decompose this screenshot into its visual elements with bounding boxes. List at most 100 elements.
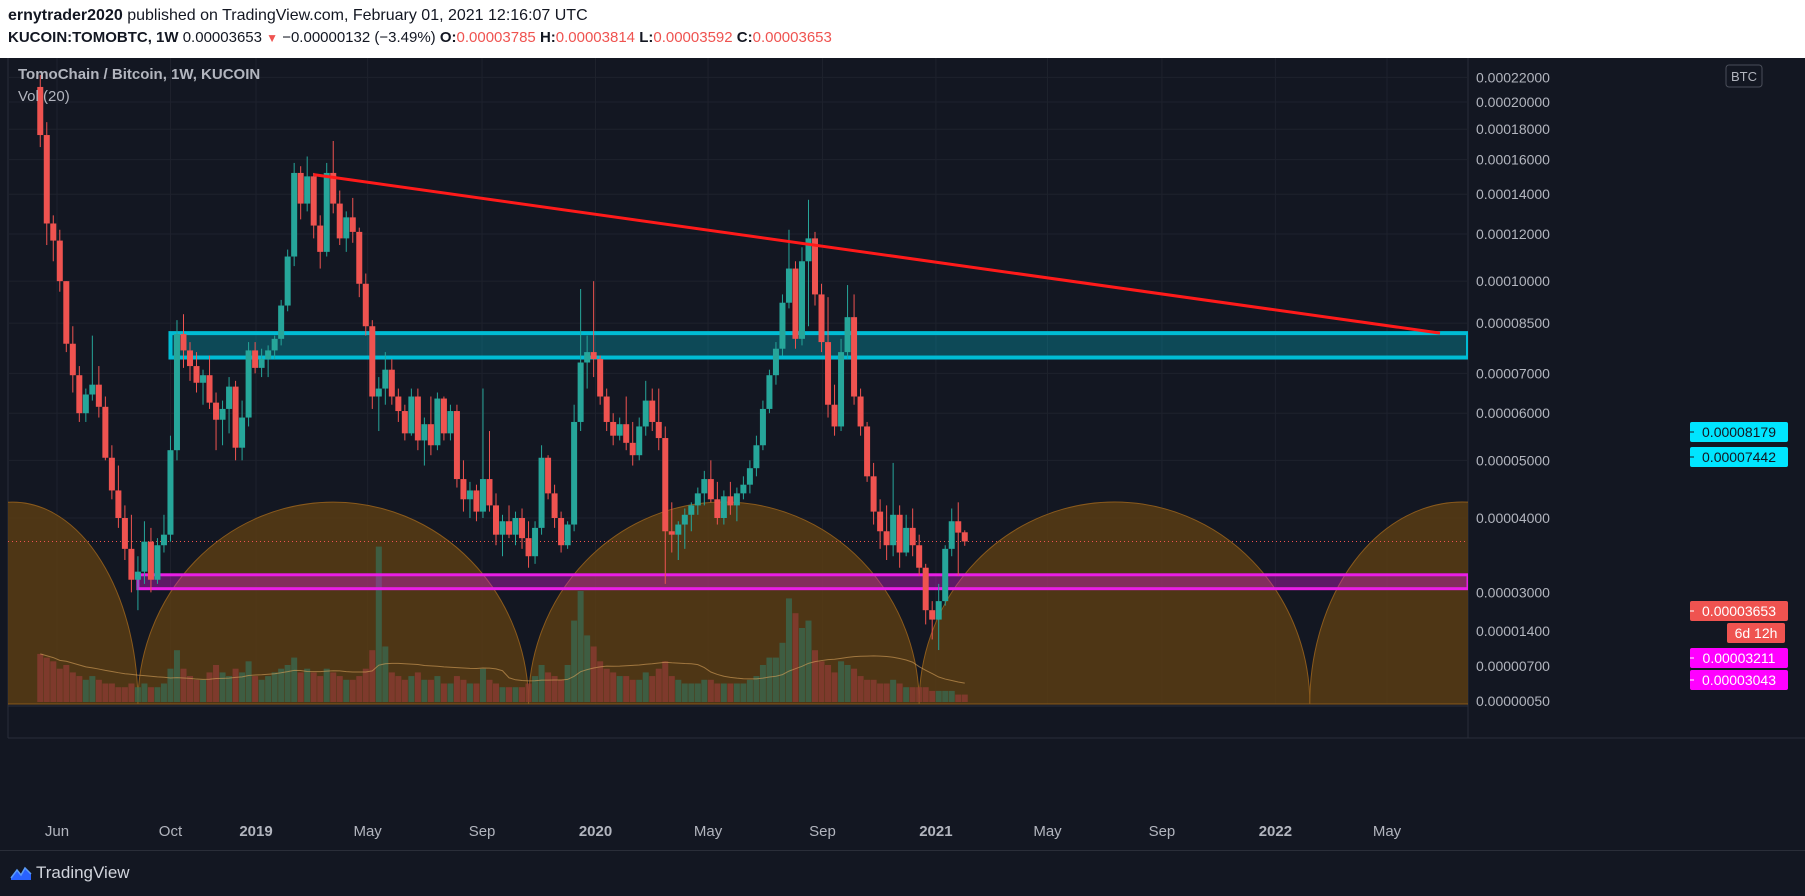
volume-bar (623, 676, 630, 702)
candle-body (154, 545, 161, 580)
volume-bar (603, 668, 610, 702)
volume-bar (532, 676, 539, 702)
candle-body (818, 294, 825, 343)
candle-body (753, 445, 760, 469)
candle-body (701, 479, 708, 494)
volume-bar (167, 668, 174, 702)
volume-bar (375, 546, 382, 702)
volume-bar (200, 679, 207, 702)
volume-bar (102, 683, 109, 702)
candle-body (147, 541, 154, 580)
candle-body (265, 350, 272, 359)
candle-body (733, 493, 740, 506)
volume-bar (707, 679, 714, 702)
candle-body (291, 172, 298, 257)
price-tick-label: 0.00018000 (1476, 121, 1550, 137)
volume-bar (838, 661, 845, 702)
candle-body (486, 479, 493, 506)
candle-body (304, 176, 311, 204)
volume-bar (447, 683, 454, 702)
candle-body (473, 490, 480, 512)
currency-badge-text: BTC (1731, 69, 1757, 84)
volume-bar (343, 679, 350, 702)
volume-bar (564, 665, 571, 702)
time-tick-label: Sep (809, 823, 836, 840)
volume-bar (388, 672, 395, 702)
volume-indicator-label[interactable]: Vol (20) (18, 88, 70, 105)
candle-body (844, 317, 851, 353)
candle-body (545, 457, 552, 494)
volume-bar (134, 687, 141, 702)
candle-body (571, 421, 578, 525)
candle-body (43, 135, 50, 224)
volume-bar (421, 679, 428, 702)
candle-body (825, 342, 832, 405)
volume-bar (818, 661, 825, 702)
candle-body (584, 352, 591, 363)
candle-body (63, 281, 70, 344)
candle-body (922, 567, 929, 611)
volume-bar (440, 683, 447, 702)
candle-body (525, 538, 532, 557)
candle-body (864, 426, 871, 477)
volume-bar (805, 620, 812, 702)
candle-body (668, 531, 675, 535)
tradingview-logo[interactable]: TradingView (10, 863, 130, 883)
volume-bar (655, 668, 662, 702)
volume-bar (278, 668, 285, 702)
candle-body (336, 203, 343, 239)
volume-bar (759, 665, 766, 702)
candle-body (838, 352, 845, 427)
volume-bar (955, 694, 962, 702)
candle-body (916, 545, 923, 568)
candle-body (883, 531, 890, 546)
candle-body (284, 256, 291, 306)
price-chart[interactable]: 0.00000050 0.00000700 0.00001400 0.00003000… (0, 58, 1805, 850)
volume-bar (766, 657, 773, 702)
volume-bar (785, 598, 792, 702)
price-label-resistance: 0.00007442 (1702, 449, 1776, 465)
candle-body (167, 450, 174, 535)
volume-bar (401, 679, 408, 702)
volume-bar (649, 676, 656, 702)
candle-body (187, 350, 193, 367)
volume-bar (95, 679, 102, 702)
volume-bar (961, 694, 968, 702)
volume-bar (56, 668, 63, 702)
candle-body (512, 518, 519, 535)
time-tick-label: Jun (45, 823, 69, 840)
candle-body (108, 457, 115, 491)
volume-bar (694, 683, 701, 702)
volume-bar (271, 672, 278, 702)
volume-bar (187, 676, 193, 702)
candle-body (427, 424, 434, 446)
volume-bar (896, 683, 903, 702)
candle-body (707, 479, 714, 500)
candle-body (226, 386, 233, 409)
candle-body (929, 610, 936, 620)
candle-body (56, 240, 63, 282)
volume-bar (727, 683, 734, 702)
volume-bar (753, 676, 760, 702)
volume-bar (688, 683, 695, 702)
volume-bar (512, 687, 519, 702)
candle-body (258, 358, 265, 368)
volume-bar (473, 683, 480, 702)
volume-bar (362, 668, 369, 702)
volume-bar (714, 683, 721, 702)
volume-bar (681, 683, 688, 702)
volume-bar (877, 683, 884, 702)
candle-body (610, 421, 617, 436)
price-tick-label: 0.00020000 (1476, 94, 1550, 110)
author-name[interactable]: ernytrader2020 (8, 7, 123, 24)
price-tick-label: 0.00007000 (1476, 365, 1550, 381)
volume-bar (851, 668, 858, 702)
volume-bar (304, 668, 311, 702)
candle-body (206, 375, 213, 403)
volume-bar (577, 591, 584, 702)
volume-bar (492, 683, 499, 702)
candle-body (310, 176, 317, 226)
time-tick-label: May (1033, 823, 1062, 840)
support-zone (136, 573, 1468, 591)
volume-bar (427, 679, 434, 702)
